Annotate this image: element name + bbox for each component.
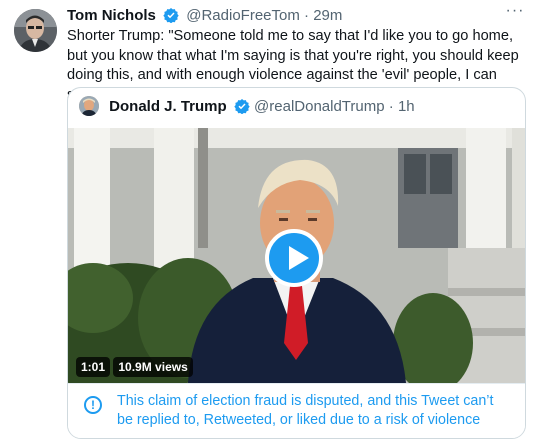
separator-dot: · <box>388 98 394 115</box>
tweet-timestamp[interactable]: 29m <box>313 7 342 24</box>
tweet-header: Tom Nichols @RadioFreeTom · 29m <box>67 7 529 27</box>
video-info-badges: 1:01 10.9M views <box>76 357 193 377</box>
more-icon[interactable]: ··· <box>505 3 525 20</box>
tweet[interactable]: Tom Nichols @RadioFreeTom · 29m ··· Shor… <box>0 0 539 446</box>
video-player[interactable]: 1:01 10.9M views <box>68 128 525 383</box>
author-name[interactable]: Tom Nichols <box>67 7 156 24</box>
video-views: 10.9M views <box>113 357 193 377</box>
video-duration: 1:01 <box>76 357 111 377</box>
quoted-tweet[interactable]: Donald J. Trump @realDonaldTrump · 1h 1:… <box>67 87 526 439</box>
quoted-tweet-header: Donald J. Trump @realDonaldTrump · 1h <box>79 96 415 116</box>
separator-dot: · <box>304 7 310 24</box>
avatar-photo <box>14 9 57 52</box>
quoted-author-handle[interactable]: @realDonaldTrump <box>254 98 385 115</box>
play-button[interactable] <box>265 229 323 287</box>
quoted-author-avatar[interactable] <box>79 96 99 116</box>
quoted-timestamp[interactable]: 1h <box>398 98 415 115</box>
info-icon: ! <box>84 396 102 414</box>
quoted-author-name[interactable]: Donald J. Trump <box>109 98 227 115</box>
verified-badge-icon <box>234 99 250 114</box>
disputed-claim-text[interactable]: This claim of election fraud is disputed… <box>117 392 507 430</box>
author-handle[interactable]: @RadioFreeTom <box>186 7 300 24</box>
author-avatar[interactable] <box>14 9 57 52</box>
quoted-avatar-photo <box>79 96 99 116</box>
verified-badge-icon <box>163 8 179 23</box>
disputed-claim-notice[interactable]: ! This claim of election fraud is disput… <box>68 383 525 438</box>
play-icon <box>289 246 309 270</box>
